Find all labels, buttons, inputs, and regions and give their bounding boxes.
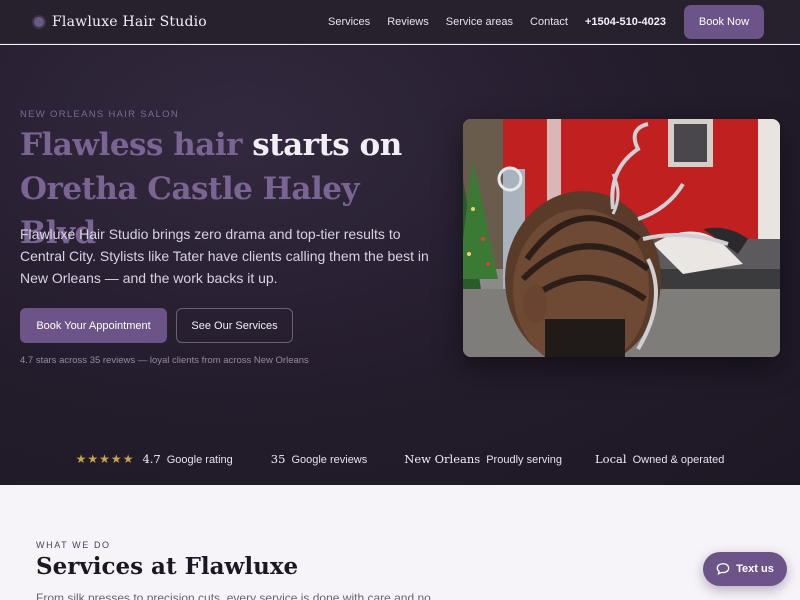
- stat-reviews-value: 35: [270, 452, 286, 466]
- headline-accent: Flawless hair: [20, 127, 243, 163]
- salon-photo-illustration: [463, 119, 780, 357]
- stat-rating-value: 4.7: [142, 452, 161, 466]
- stat-reviews-label: Google reviews: [291, 454, 368, 466]
- nav-phone-link[interactable]: +1504-510-4023: [585, 16, 666, 28]
- hero-photo: [463, 119, 780, 357]
- services-section: WHAT WE DO Services at Flawluxe From sil…: [0, 485, 800, 600]
- nav-links: Services Reviews Service areas Contact +…: [328, 4, 764, 39]
- headline-rest: starts on: [242, 127, 402, 163]
- reviews-note: 4.7 stars across 35 reviews — loyal clie…: [20, 355, 309, 366]
- stat-local-value: Local: [595, 452, 627, 466]
- nav-link-service-areas[interactable]: Service areas: [446, 16, 513, 28]
- stat-city-label: Proudly serving: [486, 454, 563, 466]
- star-icon: ★★★★★: [75, 452, 135, 466]
- nav-link-services[interactable]: Services: [328, 16, 370, 28]
- stat-city: New Orleans Proudly serving: [404, 452, 562, 466]
- hero-eyebrow: NEW ORLEANS HAIR SALON: [20, 109, 179, 120]
- nav-link-contact[interactable]: Contact: [530, 16, 568, 28]
- book-appointment-button[interactable]: Book Your Appointment: [20, 308, 167, 343]
- stat-rating: ★★★★★ 4.7 Google rating: [76, 452, 233, 466]
- stats-strip: ★★★★★ 4.7 Google rating 35 Google review…: [0, 449, 800, 469]
- services-eyebrow: WHAT WE DO: [36, 540, 111, 550]
- see-services-button[interactable]: See Our Services: [176, 308, 293, 343]
- stat-city-value: New Orleans: [404, 452, 481, 466]
- brand[interactable]: Flawluxe Hair Studio: [34, 14, 207, 30]
- brand-name: Flawluxe Hair Studio: [52, 13, 207, 30]
- text-us-label: Text us: [736, 563, 774, 575]
- stat-rating-label: Google rating: [166, 454, 233, 466]
- hero-section: NEW ORLEANS HAIR SALON Flawless hair sta…: [0, 45, 800, 485]
- stat-local-label: Owned & operated: [632, 454, 725, 466]
- services-title: Services at Flawluxe: [36, 553, 299, 580]
- top-nav: Flawluxe Hair Studio Services Reviews Se…: [0, 0, 800, 44]
- brand-dot-icon: [34, 16, 44, 27]
- services-copy: From silk presses to precision cuts, eve…: [36, 591, 431, 600]
- book-now-button[interactable]: Book Now: [684, 4, 764, 39]
- hero-copy: Flawluxe Hair Studio brings zero drama a…: [20, 226, 429, 286]
- stat-local: Local Owned & operated: [595, 452, 724, 466]
- nav-link-reviews[interactable]: Reviews: [387, 16, 429, 28]
- stat-reviews: 35 Google reviews: [271, 452, 367, 466]
- text-us-button[interactable]: Text us: [703, 552, 787, 586]
- chat-bubble-icon: [716, 563, 730, 576]
